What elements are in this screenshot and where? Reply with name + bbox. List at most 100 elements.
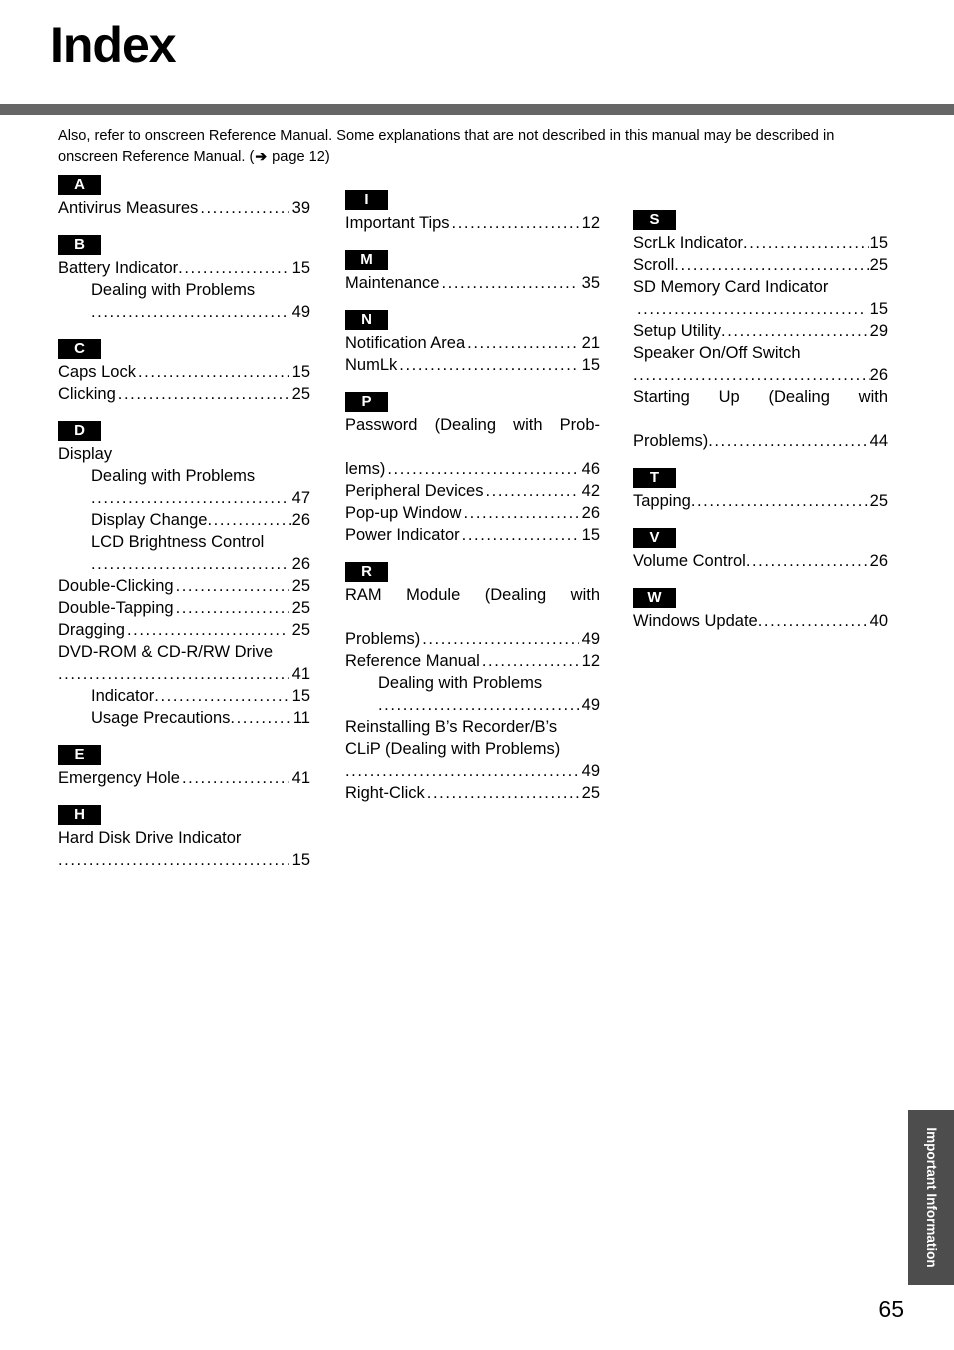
index-entry[interactable]: NumLk...................................… xyxy=(345,354,600,376)
entry-label: Problems) xyxy=(633,432,709,450)
entry-page-number: 11 xyxy=(292,709,310,727)
index-entry[interactable]: Peripheral Devices......................… xyxy=(345,480,600,502)
index-entry[interactable]: Reference Manual........................… xyxy=(345,650,600,672)
index-group-r: R RAM Module (Dealing with Problems)......… xyxy=(345,562,600,804)
leader-dots: ........................................… xyxy=(345,762,579,780)
intro-note: Also, refer to onscreen Reference Manual… xyxy=(58,126,898,167)
index-entry[interactable]: Battery Indicator.......................… xyxy=(58,257,310,279)
entry-label: NumLk xyxy=(345,356,398,374)
index-group-t: TTapping................................… xyxy=(633,468,888,512)
entry-page-number: 15 xyxy=(869,300,888,318)
index-entry-continuation[interactable]: ........................................… xyxy=(58,553,310,575)
index-entry-wrapped[interactable]: Password (Dealing with Prob- xyxy=(345,414,600,458)
entry-page-number: 39 xyxy=(291,199,310,217)
index-entry[interactable]: Display Change..........................… xyxy=(58,509,310,531)
index-entry[interactable]: Scroll..................................… xyxy=(633,254,888,276)
entry-label: Windows Update xyxy=(633,612,758,630)
index-entry[interactable]: Dragging................................… xyxy=(58,619,310,641)
entry-page-number: 26 xyxy=(581,504,600,522)
entry-page-number: 49 xyxy=(581,630,600,648)
entry-label: Double-Tapping xyxy=(58,599,174,617)
leader-dots: ........................................… xyxy=(633,366,870,384)
index-entry[interactable]: Maintenance.............................… xyxy=(345,272,600,294)
index-entry[interactable]: Power Indicator.........................… xyxy=(345,524,600,546)
leader-dots: ........................................… xyxy=(637,300,867,318)
entry-page-number: 25 xyxy=(581,784,600,802)
index-entry[interactable]: Caps Lock...............................… xyxy=(58,361,310,383)
index-entry-continuation[interactable]: ........................................… xyxy=(633,298,888,320)
index-entry[interactable]: Notification Area.......................… xyxy=(345,332,600,354)
intro-line-2-after: page 12) xyxy=(268,149,330,165)
letter-badge-t: T xyxy=(633,468,676,488)
side-tab: Important Information xyxy=(908,1110,954,1285)
leader-dots: ........................................… xyxy=(451,214,579,232)
leader-dots: ........................................… xyxy=(126,621,289,639)
index-entry-continuation[interactable]: ........................................… xyxy=(633,364,888,386)
index-entry[interactable]: Problems)...............................… xyxy=(345,628,600,650)
index-group-b: BBattery Indicator......................… xyxy=(58,235,310,323)
index-entry[interactable]: Indicator...............................… xyxy=(58,685,310,707)
entry-page-number: 15 xyxy=(581,356,600,374)
leader-dots: ........................................… xyxy=(690,492,869,510)
entry-label: DVD-ROM & CD-R/RW Drive xyxy=(58,643,274,661)
leader-dots: ........................................… xyxy=(757,612,869,630)
entry-label: CLiP (Dealing with Problems) xyxy=(345,740,561,758)
entry-label: Usage Precautions xyxy=(91,709,231,727)
index-entry[interactable]: Double-Tapping..........................… xyxy=(58,597,310,619)
index-group-n: NNotification Area......................… xyxy=(345,310,600,376)
index-entry-wrapped[interactable]: RAM Module (Dealing with xyxy=(345,584,600,628)
letter-badge-h: H xyxy=(58,805,101,825)
index-entry[interactable]: Volume Control..........................… xyxy=(633,550,888,572)
index-entry-continuation[interactable]: ........................................… xyxy=(58,663,310,685)
index-entry[interactable]: Problems)...............................… xyxy=(633,430,888,452)
index-entry[interactable]: Important Tips..........................… xyxy=(345,212,600,234)
entry-page-number: 15 xyxy=(291,687,310,705)
letter-badge-n: N xyxy=(345,310,388,330)
index-entry-continuation[interactable]: ........................................… xyxy=(345,760,600,782)
leader-dots: ........................................… xyxy=(743,234,869,252)
index-entry[interactable]: Setup Utility...........................… xyxy=(633,320,888,342)
entry-page-number: 21 xyxy=(581,334,600,352)
index-entry[interactable]: Pop-up Window...........................… xyxy=(345,502,600,524)
index-entry-wrapped[interactable]: Starting Up (Dealing with xyxy=(633,386,888,430)
index-entry[interactable]: Emergency Hole..........................… xyxy=(58,767,310,789)
entry-label: Double-Clicking xyxy=(58,577,174,595)
index-entry[interactable]: Usage Precautions.......................… xyxy=(58,707,310,729)
index-group-a: AAntivirus Measures.....................… xyxy=(58,175,310,219)
leader-dots: ........................................… xyxy=(230,709,292,727)
entry-subheading: Dealing with Problems xyxy=(91,281,256,299)
letter-badge-s: S xyxy=(633,210,676,230)
entry-label: Hard Disk Drive Indicator xyxy=(58,829,242,847)
index-entry-continuation[interactable]: ........................................… xyxy=(58,849,310,871)
letter-badge-c: C xyxy=(58,339,101,359)
leader-dots: ........................................… xyxy=(461,526,579,544)
index-entry[interactable]: Windows Update..........................… xyxy=(633,610,888,632)
index-entry[interactable]: ScrLk Indicator.........................… xyxy=(633,232,888,254)
entry-page-number: 25 xyxy=(291,599,310,617)
entry-label: Caps Lock xyxy=(58,363,136,381)
entry-label: Peripheral Devices xyxy=(345,482,484,500)
entry-page-number: 26 xyxy=(869,366,888,384)
entry-label: Important Tips xyxy=(345,214,450,232)
arrow-right-icon: ➔ xyxy=(255,148,268,164)
entry-page-number: 44 xyxy=(869,432,888,450)
index-entry[interactable]: Right-Click.............................… xyxy=(345,782,600,804)
index-entry[interactable]: Antivirus Measures......................… xyxy=(58,197,310,219)
leader-dots: ........................................… xyxy=(181,769,289,787)
letter-badge-m: M xyxy=(345,250,388,270)
index-entry[interactable]: Clicking................................… xyxy=(58,383,310,405)
index-entry-continuation[interactable]: ........................................… xyxy=(58,301,310,323)
index-entry[interactable]: lems)...................................… xyxy=(345,458,600,480)
index-entry[interactable]: Double-Clicking.........................… xyxy=(58,575,310,597)
leader-dots: ........................................… xyxy=(441,274,578,292)
index-entry[interactable]: Tapping.................................… xyxy=(633,490,888,512)
leader-dots: ........................................… xyxy=(137,363,289,381)
letter-badge-p: P xyxy=(345,392,388,412)
index-entry-continuation[interactable]: ........................................… xyxy=(345,694,600,716)
column-1: AAntivirus Measures.....................… xyxy=(58,175,310,871)
letter-badge-w: W xyxy=(633,588,676,608)
entry-page-number: 42 xyxy=(581,482,600,500)
index-entry-continuation[interactable]: ........................................… xyxy=(58,487,310,509)
leader-dots: ........................................… xyxy=(708,432,869,450)
entry-page-number: 25 xyxy=(291,385,310,403)
